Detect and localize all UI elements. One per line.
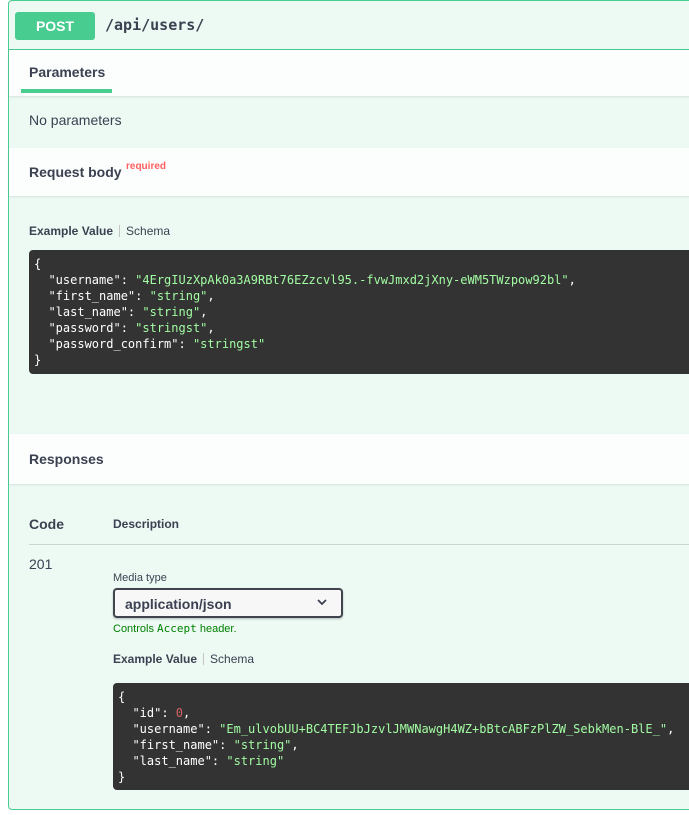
tab-parameters[interactable]: Parameters (29, 64, 105, 80)
request-example-code[interactable]: { "username": "4ErgIUzXpAk0a3A9RBt76EZzc… (29, 250, 689, 374)
required-label: required (126, 161, 167, 172)
tab-separator (119, 225, 121, 237)
json-line: "last_name": "string", (34, 305, 208, 319)
response-example-code[interactable]: { "id": 0, "username": "Em_ulvobUU+BC4TE… (113, 683, 689, 790)
json-key: "username": (34, 273, 136, 287)
json-key: "username": (118, 722, 220, 736)
request-body-header: Request body required (9, 148, 689, 196)
json-line: "last_name": "string" (118, 754, 284, 768)
response-example-tabs: Example Value Schema (113, 652, 254, 666)
controls-suffix: header. (196, 623, 237, 635)
json-brace-open: { (34, 257, 42, 271)
json-value: 0 (175, 706, 184, 720)
operation-block: POST /api/users/ Parameters No parameter… (8, 0, 689, 810)
tab-active-indicator (21, 89, 112, 93)
json-brace-close: } (118, 770, 126, 784)
column-description-header: Description (113, 517, 180, 531)
json-line: "first_name": "string", (34, 289, 215, 303)
json-key: "first_name": (34, 289, 150, 303)
json-key: "password_confirm": (34, 337, 193, 351)
tab-example-value[interactable]: Example Value (29, 224, 113, 238)
json-brace-close: } (34, 353, 42, 367)
json-value: "string" (226, 754, 285, 768)
tab-separator (203, 653, 205, 665)
media-type-value: application/json (125, 596, 232, 612)
endpoint-path[interactable]: /api/users/ (105, 16, 204, 34)
json-value: "stringst" (192, 337, 266, 351)
controls-accept-note: Controls Accept header. (113, 622, 237, 635)
no-parameters-text: No parameters (29, 112, 122, 128)
media-type-label: Media type (113, 572, 167, 584)
json-line: "id": 0, (118, 706, 191, 720)
operation-summary[interactable]: POST /api/users/ (9, 1, 689, 50)
json-value: "string" (149, 289, 208, 303)
json-line: "password": "stringst", (34, 321, 215, 335)
response-code: 201 (29, 556, 53, 572)
json-line: "password_confirm": "stringst" (34, 337, 265, 351)
responses-title: Responses (29, 451, 104, 467)
controls-accept-code: Accept (157, 622, 197, 635)
responses-divider (29, 544, 689, 545)
json-key: "last_name": (34, 305, 143, 319)
json-line: "username": "Em_ulvobUU+BC4TEFJbJzvlJMWN… (118, 722, 675, 736)
json-value: "string" (233, 738, 292, 752)
json-value: "Em_ulvobUU+BC4TEFJbJzvlJMWNawgH4WZ+bBtc… (219, 722, 668, 736)
json-line: "username": "4ErgIUzXpAk0a3A9RBt76EZzcvl… (34, 273, 576, 287)
column-code-header: Code (29, 516, 64, 532)
json-line: "first_name": "string", (118, 738, 299, 752)
json-key: "last_name": (118, 754, 227, 768)
request-body-title: Request body (29, 164, 122, 180)
media-type-select[interactable]: application/json (113, 588, 343, 618)
json-brace-open: { (118, 690, 126, 704)
tab-schema[interactable]: Schema (210, 652, 254, 666)
responses-header: Responses (9, 434, 689, 484)
json-value: "string" (142, 305, 201, 319)
method-badge[interactable]: POST (15, 12, 95, 40)
json-key: "password": (34, 321, 136, 335)
tab-example-value[interactable]: Example Value (113, 652, 197, 666)
request-example-tabs: Example Value Schema (29, 224, 170, 238)
json-value: "4ErgIUzXpAk0a3A9RBt76EZzcvl95.-fvwJmxd2… (135, 273, 569, 287)
json-key: "id": (118, 706, 176, 720)
controls-prefix: Controls (113, 623, 158, 635)
chevron-down-icon (317, 599, 327, 606)
tab-schema[interactable]: Schema (126, 224, 170, 238)
json-key: "first_name": (118, 738, 234, 752)
json-value: "stringst" (135, 321, 208, 335)
